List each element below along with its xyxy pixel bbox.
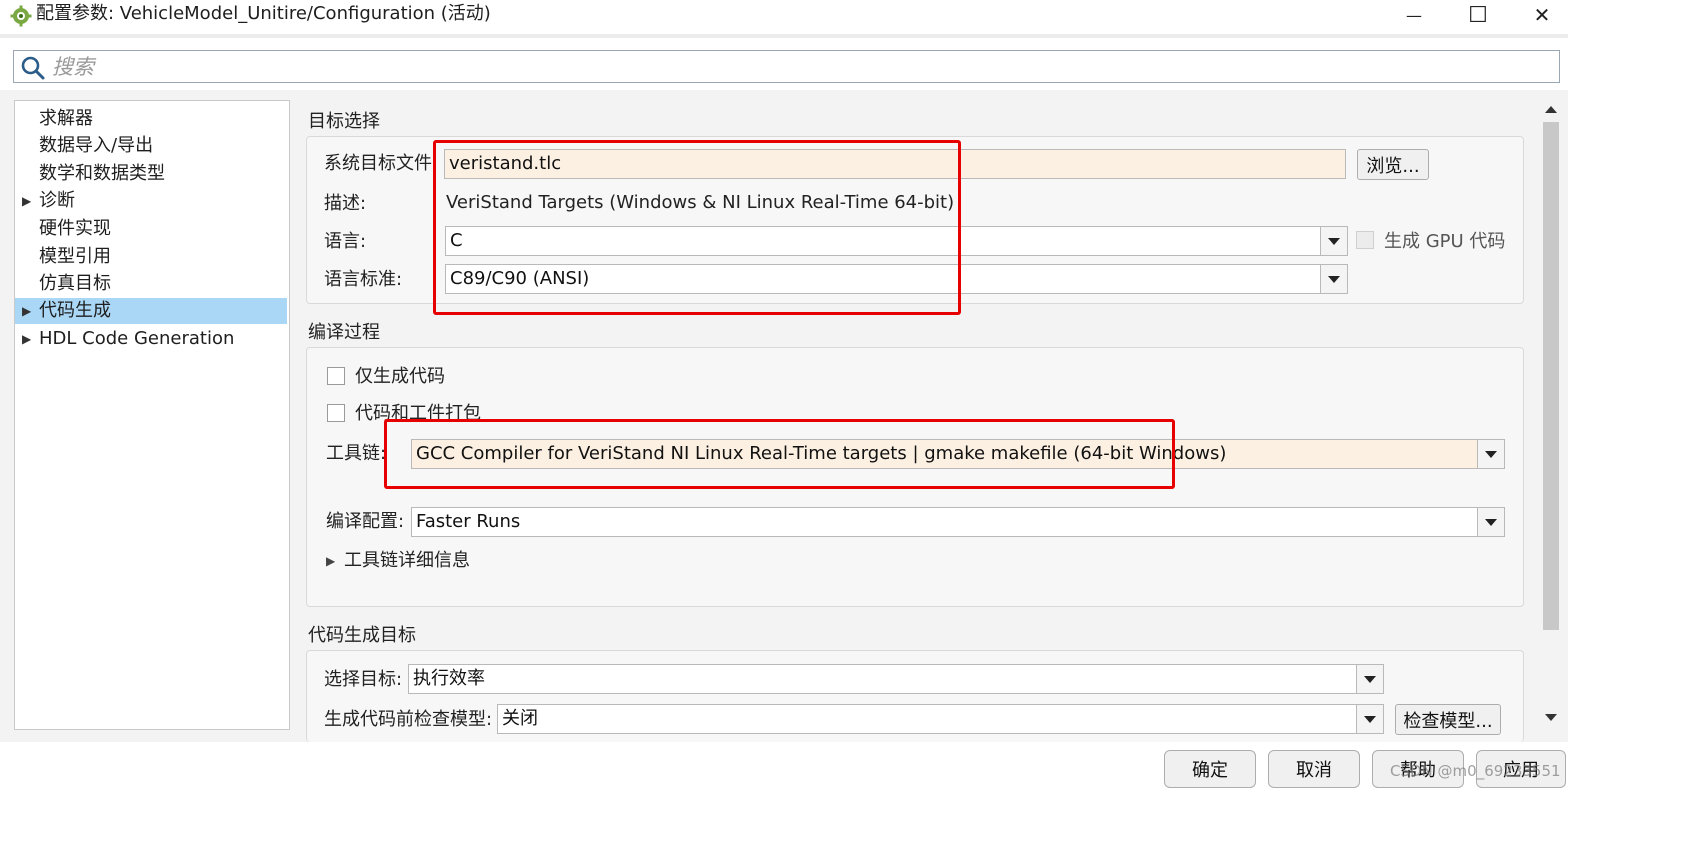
system-target-field[interactable]: veristand.tlc <box>444 149 1346 179</box>
check-model-label: 生成代码前检查模型: <box>324 709 493 730</box>
tree-item-label: 数学和数据类型 <box>39 163 165 184</box>
language-label: 语言: <box>324 231 367 252</box>
ok-button[interactable]: 确定 <box>1164 750 1256 788</box>
build-process-panel <box>306 347 1524 607</box>
codegen-objectives-title: 代码生成目标 <box>308 625 416 646</box>
expand-arrow-icon[interactable]: ▶ <box>22 188 31 214</box>
check-model-dropdown[interactable]: 关闭 <box>497 704 1357 734</box>
tree-item-label: HDL Code Generation <box>39 328 235 349</box>
language-dropdown-button[interactable] <box>1320 226 1348 256</box>
minimize-button[interactable]: — <box>1384 0 1444 30</box>
toolchain-label: 工具链: <box>326 443 387 464</box>
build-config-dropdown[interactable]: Faster Runs <box>411 507 1478 537</box>
select-objective-dropdown[interactable]: 执行效率 <box>408 664 1357 694</box>
tree-item-simulation-target[interactable]: 仿真目标 <box>15 271 287 297</box>
expand-arrow-icon[interactable]: ▶ <box>22 298 31 324</box>
cancel-button[interactable]: 取消 <box>1268 750 1360 788</box>
toolchain-dropdown-button[interactable] <box>1477 439 1505 469</box>
build-config-label: 编译配置: <box>326 511 405 532</box>
language-standard-dropdown-button[interactable] <box>1320 264 1348 294</box>
generate-gpu-code-checkbox[interactable] <box>1356 231 1374 249</box>
scrollbar-thumb[interactable] <box>1543 122 1559 630</box>
language-standard-label: 语言标准: <box>324 269 403 290</box>
tree-item-model-referencing[interactable]: 模型引用 <box>15 244 287 270</box>
search-input[interactable] <box>52 53 1532 81</box>
search-box[interactable] <box>13 50 1560 83</box>
tree-item-label: 硬件实现 <box>39 218 111 239</box>
tree-item-label: 求解器 <box>39 108 93 129</box>
scroll-up-icon[interactable] <box>1545 106 1557 113</box>
tree-item-solver[interactable]: 求解器 <box>15 106 287 132</box>
generate-code-only-label: 仅生成代码 <box>355 366 445 387</box>
target-selection-title: 目标选择 <box>308 111 380 132</box>
chevron-down-icon <box>1364 715 1376 723</box>
system-target-label: 系统目标文件: <box>324 153 439 174</box>
watermark: CSDN @m0_69233551 <box>1390 762 1561 780</box>
select-objective-label: 选择目标: <box>324 669 403 690</box>
chevron-down-icon <box>1485 518 1497 526</box>
select-objective-dropdown-button[interactable] <box>1356 664 1384 694</box>
toolchain-dropdown[interactable]: GCC Compiler for VeriStand NI Linux Real… <box>411 439 1478 469</box>
build-process-title: 编译过程 <box>308 322 380 343</box>
toolchain-details-label[interactable]: 工具链详细信息 <box>344 549 470 573</box>
maximize-icon: ☐ <box>1468 2 1488 28</box>
package-code-label: 代码和工件打包 <box>355 403 481 424</box>
window-title: 配置参数: VehicleModel_Unitire/Configuration… <box>36 3 491 24</box>
maximize-button[interactable]: ☐ <box>1448 0 1508 30</box>
minimize-icon: — <box>1406 5 1422 25</box>
tree-item-label: 代码生成 <box>39 300 111 321</box>
tree-item-data-import-export[interactable]: 数据导入/导出 <box>15 133 287 159</box>
description-value: VeriStand Targets (Windows & NI Linux Re… <box>446 192 955 213</box>
tree-item-label: 数据导入/导出 <box>39 135 154 156</box>
package-code-checkbox[interactable] <box>327 404 345 422</box>
tree-item-label: 诊断 <box>39 190 75 211</box>
language-dropdown[interactable]: C <box>445 226 1321 256</box>
generate-code-only-checkbox[interactable] <box>327 367 345 385</box>
scroll-down-icon[interactable] <box>1545 714 1557 721</box>
close-button[interactable]: ✕ <box>1512 0 1572 30</box>
chevron-down-icon <box>1328 275 1340 283</box>
search-icon <box>21 56 45 80</box>
chevron-down-icon <box>1328 237 1340 245</box>
title-bar: 配置参数: VehicleModel_Unitire/Configuration… <box>0 0 1568 34</box>
check-model-dropdown-button[interactable] <box>1356 704 1384 734</box>
tree-item-label: 仿真目标 <box>39 273 111 294</box>
generate-gpu-code-label: 生成 GPU 代码 <box>1384 231 1506 252</box>
language-standard-dropdown[interactable]: C89/C90 (ANSI) <box>445 264 1321 294</box>
category-tree: 求解器 数据导入/导出 数学和数据类型 ▶ 诊断 硬件实现 模型引用 仿真目标 … <box>14 100 290 730</box>
chevron-down-icon <box>1485 450 1497 458</box>
tree-item-hdl-code-generation[interactable]: ▶ HDL Code Generation <box>15 326 287 352</box>
toolchain-details-expander-icon[interactable]: ▶ <box>326 549 335 573</box>
expand-arrow-icon[interactable]: ▶ <box>22 326 31 352</box>
build-config-dropdown-button[interactable] <box>1477 507 1505 537</box>
tree-item-code-generation[interactable]: ▶ 代码生成 <box>15 298 287 324</box>
chevron-down-icon <box>1364 675 1376 683</box>
tree-item-hardware-implementation[interactable]: 硬件实现 <box>15 216 287 242</box>
close-icon: ✕ <box>1533 3 1551 27</box>
simulink-config-icon <box>10 5 32 27</box>
tree-item-label: 模型引用 <box>39 246 111 267</box>
title-separator <box>0 34 1568 38</box>
tree-item-diagnostics[interactable]: ▶ 诊断 <box>15 188 287 214</box>
description-label: 描述: <box>324 193 367 214</box>
browse-button[interactable]: 浏览... <box>1357 149 1429 180</box>
check-model-button[interactable]: 检查模型... <box>1395 704 1501 735</box>
tree-item-math-data-types[interactable]: 数学和数据类型 <box>15 161 287 187</box>
